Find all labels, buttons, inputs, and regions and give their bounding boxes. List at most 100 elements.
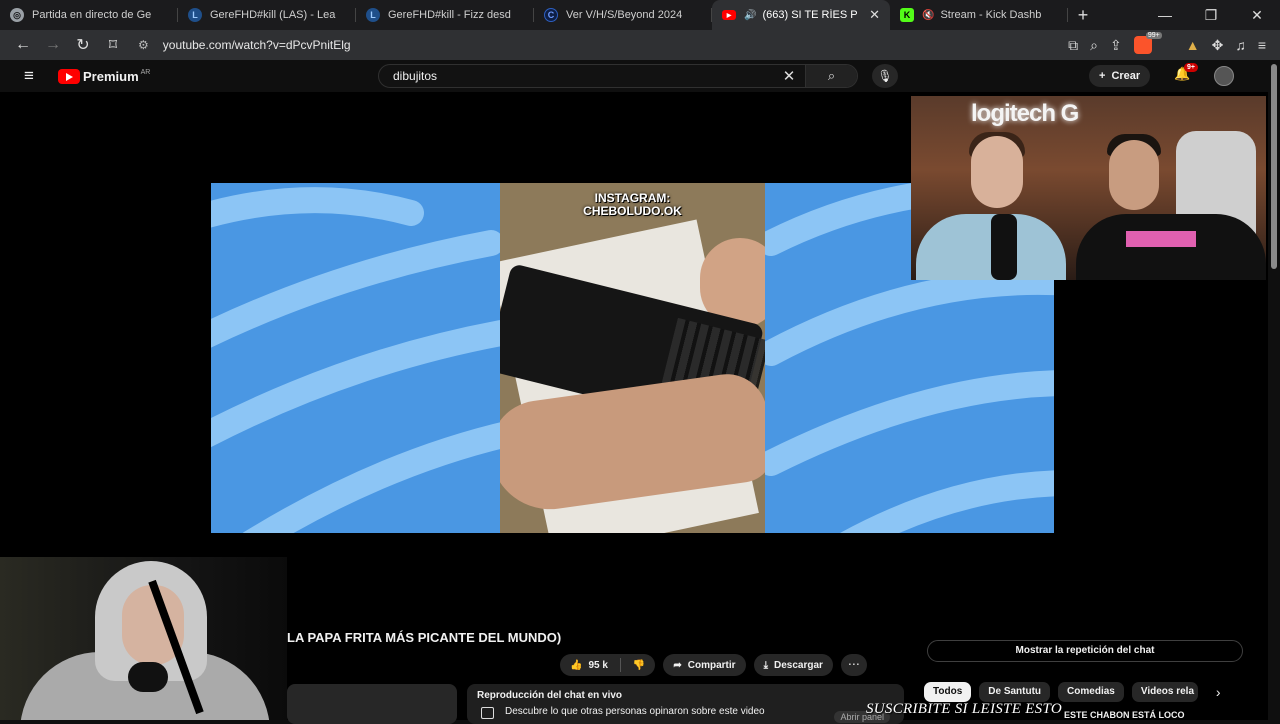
media-icon[interactable]: ♫ <box>1235 37 1246 53</box>
like-count[interactable]: 95 k <box>588 660 607 671</box>
c-logo-icon: C <box>544 8 558 22</box>
chevron-right-icon[interactable]: › <box>1216 684 1221 700</box>
browser-tab[interactable]: C Ver V/H/S/Beyond 2024 <box>534 0 712 30</box>
menu-icon[interactable]: ≡ <box>1258 37 1266 53</box>
stream-text-overlay: SUSCRIBITE SI LEISTE ESTO <box>866 701 1062 717</box>
youtube-icon: ▶ <box>722 10 736 20</box>
chip-related[interactable]: Videos rela <box>1131 682 1198 702</box>
show-chat-replay-button[interactable]: Mostrar la repetición del chat <box>927 640 1243 662</box>
restore-button[interactable]: ❐ <box>1188 0 1234 30</box>
tab-label: GereFHD#kill - Fizz desd <box>388 9 511 21</box>
tab-label: Partida en directo de Ge <box>32 9 152 21</box>
person-body <box>1076 214 1266 280</box>
search-icon: ⌕ <box>827 68 836 83</box>
share-label: Compartir <box>687 659 736 671</box>
chat-card-title: Reproducción del chat en vivo <box>477 690 623 701</box>
youtube-brand: Premium <box>83 68 139 84</box>
tab-label: Stream - Kick Dashb <box>940 9 1042 21</box>
new-tab-button[interactable]: + <box>1068 5 1098 26</box>
chip-from-channel[interactable]: De Santutu <box>979 682 1051 702</box>
plus-icon: + <box>1099 70 1106 82</box>
speaker-icon[interactable]: 🔊 <box>744 10 756 21</box>
more-actions-button[interactable]: ⋯ <box>840 654 867 676</box>
facecam-overlay: logitech G <box>911 96 1266 280</box>
league-icon: L <box>188 8 202 22</box>
url-field[interactable]: ⚙ youtube.com/watch?v=dPcvPnitElg <box>138 38 1068 52</box>
kick-icon: K <box>900 8 914 22</box>
divider <box>619 658 621 672</box>
search-input[interactable] <box>379 69 773 83</box>
chat-card-subtitle: Descubre lo que otras personas opinaron … <box>477 706 894 719</box>
recommended-video-title[interactable]: ESTE CHABON ESTÁ LOCO <box>1064 710 1185 720</box>
page-scrollbar[interactable] <box>1268 60 1280 720</box>
open-in-app-icon[interactable]: ⧉ <box>1068 37 1078 54</box>
window-controls: — ❐ ✕ <box>1142 0 1280 30</box>
toolbar-icons: ⧉ ⌕ ⇪ 99+ ▲ ✥ ♫ ≡ <box>1068 32 1266 54</box>
share-icon[interactable]: ⇪ <box>1110 37 1122 54</box>
streamer-webcam <box>0 557 287 720</box>
video-actions: 👍 95 k 👎 ➦ Compartir ⤓ Descargar ⋯ <box>560 654 867 676</box>
browser-tab-bar: ◎ Partida en directo de Ge L GereFHD#kil… <box>0 0 1280 30</box>
country-code: AR <box>140 68 151 76</box>
live-chat-replay-card[interactable]: Reproducción del chat en vivo Descubre l… <box>467 684 904 724</box>
globe-icon: ◎ <box>10 8 24 22</box>
logitech-sign: logitech G <box>971 100 1079 127</box>
close-tab-icon[interactable]: ✕ <box>869 7 880 23</box>
search-button[interactable]: ⌕ <box>805 65 857 87</box>
video-title: LA PAPA FRITA MÁS PICANTE DEL MUNDO) <box>287 630 562 645</box>
close-window-button[interactable]: ✕ <box>1234 0 1280 30</box>
browser-tab[interactable]: L GereFHD#kill - Fizz desd <box>356 0 534 30</box>
url-text[interactable]: youtube.com/watch?v=dPcvPnitElg <box>163 38 351 52</box>
rewards-icon[interactable]: ▲ <box>1186 37 1200 53</box>
notifications-button[interactable]: 🔔 9+ <box>1174 63 1198 82</box>
share-arrow-icon: ➦ <box>673 659 682 671</box>
instagram-watermark: INSTAGRAM: CHEBOLUDO.OK <box>583 191 682 218</box>
download-label: Descargar <box>773 659 823 671</box>
tab-label: (663) SI TE RÍES P <box>762 9 858 21</box>
chip-all[interactable]: Todos <box>924 682 972 702</box>
description-box[interactable] <box>287 684 457 724</box>
tab-label: GereFHD#kill (LAS) - Lea <box>210 9 336 21</box>
forward-button[interactable]: → <box>38 36 68 54</box>
avatar[interactable] <box>1214 66 1234 86</box>
scrollbar-thumb[interactable] <box>1271 64 1277 269</box>
person-head <box>1109 140 1159 210</box>
video-clip: INSTAGRAM: CHEBOLUDO.OK <box>500 183 765 533</box>
like-icon[interactable]: 👍 <box>570 660 582 671</box>
browser-tab-active[interactable]: ▶ 🔊 (663) SI TE RÍES P ✕ <box>712 0 890 30</box>
minimize-button[interactable]: — <box>1142 0 1188 30</box>
share-button[interactable]: ➦ Compartir <box>663 654 746 676</box>
reload-button[interactable]: ↻ <box>68 35 98 55</box>
tab-label: Ver V/H/S/Beyond 2024 <box>566 9 683 21</box>
clear-search-icon[interactable]: ✕ <box>773 67 805 85</box>
voice-search-button[interactable]: 🎙 <box>872 64 898 88</box>
youtube-play-logo-icon <box>58 68 80 84</box>
back-button[interactable]: ← <box>8 36 38 54</box>
bookmark-icon[interactable]: ⌑ <box>98 35 128 55</box>
person-head <box>971 136 1023 208</box>
shirt-print <box>1126 231 1196 247</box>
league-icon: L <box>366 8 380 22</box>
zoom-icon[interactable]: ⌕ <box>1090 37 1098 54</box>
download-icon: ⤓ <box>763 659 768 671</box>
dislike-icon[interactable]: 👎 <box>633 660 645 671</box>
brave-shield-icon[interactable]: 99+ <box>1133 32 1162 54</box>
microphone-shape <box>991 214 1017 280</box>
filter-chips: Todos De Santutu Comedias Videos rela › <box>924 682 1221 702</box>
shield-count-badge: 99+ <box>1145 32 1162 39</box>
create-label: Crear <box>1111 70 1141 82</box>
muted-speaker-icon[interactable]: 🔇 <box>922 10 934 21</box>
browser-tab[interactable]: L GereFHD#kill (LAS) - Lea <box>178 0 356 30</box>
browser-tab[interactable]: K 🔇 Stream - Kick Dashb <box>890 0 1068 30</box>
search-box: ✕ ⌕ <box>378 64 858 88</box>
extensions-icon[interactable]: ✥ <box>1212 37 1224 54</box>
microphone-icon: 🎙 <box>877 69 893 83</box>
download-button[interactable]: ⤓ Descargar <box>753 654 833 676</box>
hamburger-menu-icon[interactable]: ≡ <box>0 66 58 86</box>
create-button[interactable]: + Crear <box>1089 65 1151 87</box>
chip-comedies[interactable]: Comedias <box>1058 682 1124 702</box>
like-dislike-group: 👍 95 k 👎 <box>560 654 656 676</box>
youtube-logo[interactable]: Premium AR <box>58 68 151 84</box>
site-settings-icon[interactable]: ⚙ <box>138 38 149 52</box>
browser-tab[interactable]: ◎ Partida en directo de Ge <box>0 0 178 30</box>
